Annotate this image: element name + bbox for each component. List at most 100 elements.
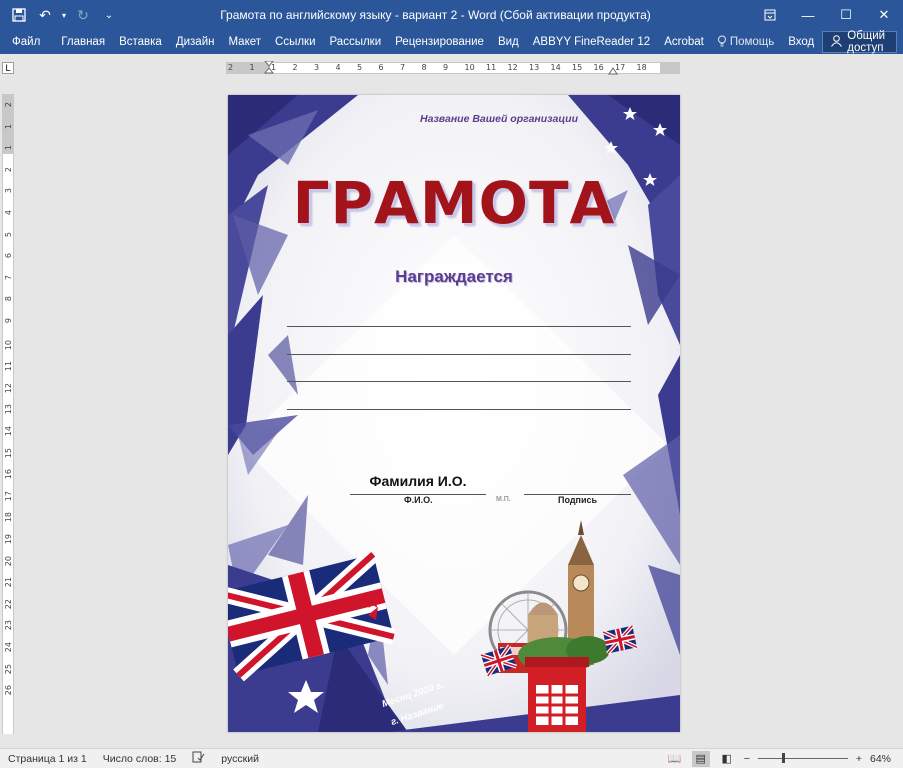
undo-dropdown-icon[interactable]: ▾ [60,4,68,26]
tab-layout[interactable]: Макет [221,36,268,48]
zoom-slider[interactable] [757,753,848,763]
right-indent-marker[interactable] [608,67,618,75]
web-layout-icon[interactable]: ◧ [718,751,736,767]
ruler-number: 10 [4,339,13,350]
ribbon-tabs: Файл Главная Вставка Дизайн Макет Ссылки… [0,30,903,54]
ruler-number: 22 [4,598,13,609]
ruler-number: 12 [507,63,518,72]
minimize-icon[interactable]: — [789,0,827,30]
ruler-number: 8 [4,296,13,302]
document-page[interactable]: Название Вашей организации ГРАМОТА Награ… [228,95,680,732]
tab-mailings[interactable]: Рассылки [323,36,389,48]
read-mode-icon[interactable]: 📖 [666,751,684,767]
award-line[interactable] [287,409,631,410]
word-count[interactable]: Число слов: 15 [95,753,185,765]
ruler-number: 8 [421,63,427,72]
share-label: Общий доступ [847,30,886,54]
print-layout-icon[interactable]: ▤ [691,750,710,767]
page-count[interactable]: Страница 1 из 1 [0,753,95,765]
award-line[interactable] [287,326,631,327]
ruler-number: 23 [4,620,13,631]
ruler-number: 20 [4,555,13,566]
ruler-number: 25 [4,663,13,674]
language[interactable]: русский [213,753,267,765]
award-line[interactable] [287,354,631,355]
share-button[interactable]: Общий доступ [822,30,897,54]
fio-caption: Ф.И.О. [404,495,433,505]
ruler-number: 13 [4,404,13,415]
tab-selector[interactable]: L [2,62,14,74]
ruler-number: 14 [550,63,561,72]
title-bar: ↶ ▾ ↻ ⌄ Грамота по английскому языку - в… [0,0,903,30]
ruler-number: 7 [4,274,13,280]
ruler-number: 1 [4,123,13,129]
ruler-number: 9 [443,63,449,72]
ruler-number: 19 [4,534,13,545]
maximize-icon[interactable]: ☐ [827,0,865,30]
ruler-number: 6 [4,253,13,259]
ruler-number: 1 [249,63,255,72]
tell-me-search[interactable]: Помощь [711,35,780,50]
save-icon[interactable] [8,4,30,26]
recipient-name[interactable]: Фамилия И.О. [350,473,486,489]
ruler-number: 9 [4,318,13,324]
tab-review[interactable]: Рецензирование [388,36,491,48]
ruler-number: 13 [529,63,540,72]
indent-marker[interactable] [264,61,274,75]
vertical-ruler[interactable]: 2 1 1 2 3 4 5 6 7 8 9 10 11 12 13 14 15 16 17 18 19 20 21 22 23 2… [2,94,14,734]
ruler-number: 4 [4,210,13,216]
ruler-number: 15 [572,63,583,72]
tab-home[interactable]: Главная [54,36,112,48]
undo-icon[interactable]: ↶ [34,4,56,26]
ruler-number: 11 [4,361,13,372]
ruler-number: 10 [464,63,475,72]
ruler-number: 14 [4,426,13,437]
ruler-number: 15 [4,447,13,458]
ruler-number: 11 [486,63,497,72]
help-label: Помощь [729,36,775,48]
status-bar: Страница 1 из 1 Число слов: 15 русский 📖… [0,748,903,768]
zoom-percent[interactable]: 64% [870,753,891,765]
zoom-in-icon[interactable]: + [856,753,862,765]
ruler-number: 16 [4,469,13,480]
signin-link[interactable]: Вход [780,36,822,48]
ruler-number: 3 [314,63,320,72]
ruler-number: 12 [4,382,13,393]
awarded-heading[interactable]: Награждается [228,267,680,287]
ruler-number: 6 [378,63,384,72]
ruler-number: 17 [4,490,13,501]
quick-access-toolbar: ↶ ▾ ↻ ⌄ [0,4,130,26]
organization-name[interactable]: Название Вашей организации [228,113,680,125]
signature-caption: Подпись [558,495,598,505]
lightbulb-icon [717,35,727,50]
ruler-number: 7 [400,63,406,72]
customize-qat-icon[interactable]: ⌄ [98,4,120,26]
zoom-out-icon[interactable]: − [744,753,750,765]
ruler-number: 4 [335,63,341,72]
redo-icon[interactable]: ↻ [72,4,94,26]
ruler-number: 2 [4,166,13,172]
ruler-number: 24 [4,642,13,653]
ruler-number: 2 [228,63,234,72]
tab-design[interactable]: Дизайн [169,36,222,48]
proofing-icon[interactable] [184,751,213,766]
ruler-number: 16 [593,63,604,72]
ruler-number: 5 [4,231,13,237]
ruler-number: 21 [4,577,13,588]
tab-insert[interactable]: Вставка [112,36,169,48]
ribbon-display-options-icon[interactable] [751,0,789,30]
ruler-number: 2 [292,63,298,72]
tab-abbyy[interactable]: ABBYY FineReader 12 [526,36,657,48]
certificate-title[interactable]: ГРАМОТА [228,169,680,237]
tab-references[interactable]: Ссылки [268,36,323,48]
award-line[interactable] [287,381,631,382]
document-title: Грамота по английскому языку - вариант 2… [220,8,651,22]
ruler-number: 26 [4,685,13,696]
horizontal-ruler[interactable]: 2 1 1 2 3 4 5 6 7 8 9 10 11 12 13 14 15 16 17 18 [226,61,680,75]
person-icon [831,34,843,50]
tab-file[interactable]: Файл [0,36,54,48]
close-icon[interactable]: ✕ [865,0,903,30]
zoom-slider-thumb[interactable] [782,753,786,763]
tab-view[interactable]: Вид [491,36,526,48]
tab-acrobat[interactable]: Acrobat [657,36,711,48]
